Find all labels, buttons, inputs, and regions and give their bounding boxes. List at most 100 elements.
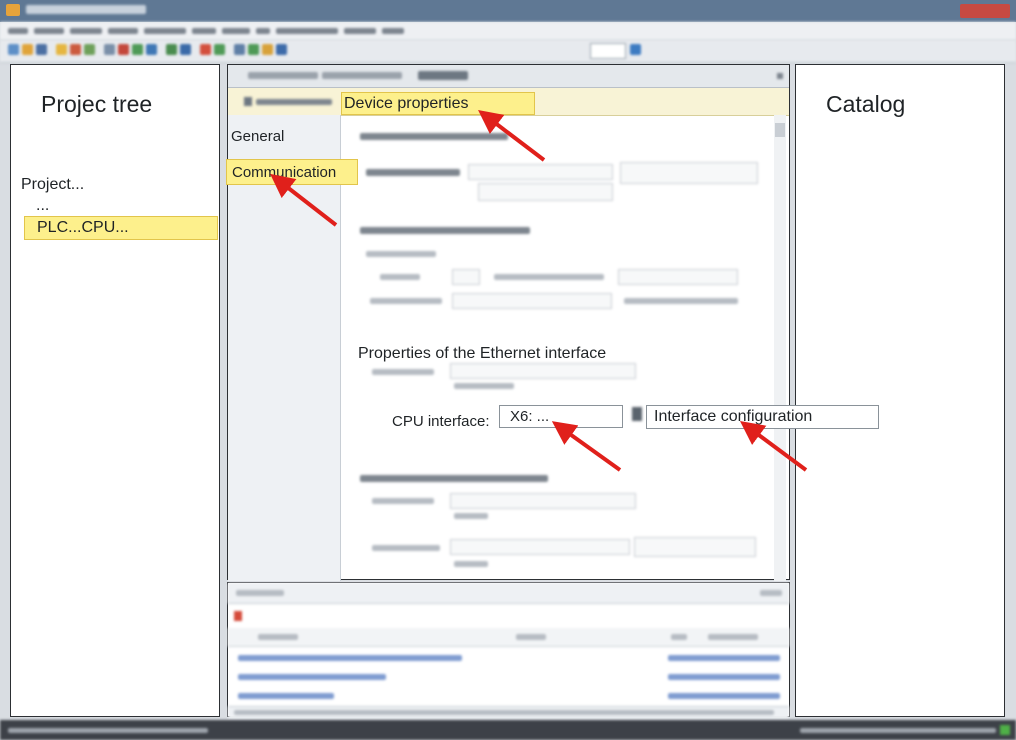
message-table-header [228, 628, 789, 647]
project-tree-title: Projec tree [41, 91, 153, 117]
column-header [258, 634, 298, 640]
menu-item[interactable] [192, 28, 216, 34]
toolbar-search-field[interactable] [590, 43, 626, 59]
field-label [372, 369, 434, 375]
menu-item[interactable] [34, 28, 64, 34]
value-text [454, 513, 488, 519]
toolbar-icons[interactable] [22, 44, 33, 55]
window-title [26, 5, 146, 14]
section-heading [360, 227, 530, 234]
toolbar-icons[interactable] [214, 44, 225, 55]
toolbar-icons[interactable] [180, 44, 191, 55]
status-text [8, 728, 208, 733]
cpu-interface-field[interactable]: X6: ... [499, 405, 623, 428]
project-tree-panel: Projec tree Project... ... PLC...CPU... [10, 64, 220, 717]
plc-cpu-item[interactable]: PLC...CPU... [24, 216, 218, 240]
menu-item[interactable] [222, 28, 250, 34]
properties-content [228, 65, 789, 581]
window-close-icon[interactable] [960, 4, 1010, 18]
warning-icon [234, 611, 242, 621]
info-tab-labels[interactable] [234, 710, 774, 715]
toolbar-icons[interactable] [8, 44, 19, 55]
field-label [370, 298, 442, 304]
toolbar-icons[interactable] [146, 44, 157, 55]
field-label [366, 251, 436, 257]
toolbar-icons[interactable] [36, 44, 47, 55]
column-header [516, 634, 546, 640]
toolbar-icons[interactable] [84, 44, 95, 55]
column-header [671, 634, 687, 640]
interface-configure-button[interactable] [634, 537, 756, 557]
toolbar-icons[interactable] [166, 44, 177, 55]
message-row[interactable] [238, 674, 386, 680]
toolbar-icons[interactable] [70, 44, 81, 55]
catalog-panel: Catalog [795, 64, 1005, 717]
message-timestamp [668, 693, 780, 699]
toolbar-icons[interactable] [248, 44, 259, 55]
menu-item[interactable] [8, 28, 28, 34]
info-panel-title-bar [228, 583, 789, 604]
menu-item[interactable] [276, 28, 338, 34]
field-label [366, 169, 460, 176]
toolbar-icons[interactable] [56, 44, 67, 55]
toolbar [0, 40, 1016, 63]
link-text[interactable] [624, 298, 738, 304]
dropdown[interactable] [450, 493, 636, 509]
section-heading [360, 133, 508, 140]
menu-item[interactable] [382, 28, 404, 34]
toolbar-icons[interactable] [118, 44, 129, 55]
menu-item[interactable] [256, 28, 270, 34]
dropdown[interactable] [468, 164, 613, 180]
dropdown[interactable] [618, 269, 738, 285]
column-header [708, 634, 758, 640]
status-bar [0, 720, 1016, 740]
scrollbar-thumb[interactable] [775, 123, 785, 137]
tree-ellipsis: ... [36, 197, 50, 214]
connect-icon [632, 407, 642, 421]
message-row[interactable] [238, 693, 334, 699]
toolbar-icons[interactable] [262, 44, 273, 55]
field-label [372, 498, 434, 504]
menu-item[interactable] [344, 28, 376, 34]
value-text [454, 561, 488, 567]
toolbar-icons[interactable] [234, 44, 245, 55]
project-item[interactable]: Project... [21, 176, 84, 194]
menu-item[interactable] [108, 28, 138, 34]
dropdown[interactable] [450, 539, 630, 555]
add-subnet-button[interactable] [620, 162, 758, 184]
menu-bar [0, 22, 1016, 41]
vertical-scrollbar[interactable] [774, 115, 786, 581]
toolbar-icons[interactable] [200, 44, 211, 55]
toolbar-icons[interactable] [630, 44, 641, 55]
dropdown[interactable] [452, 293, 612, 309]
toolbar-icons[interactable] [104, 44, 115, 55]
interface-configuration-button[interactable]: Interface configuration [646, 405, 879, 429]
app-icon [6, 4, 20, 16]
field-label [494, 274, 604, 280]
message-timestamp [668, 674, 780, 680]
plc-cpu-label: PLC...CPU... [37, 219, 129, 236]
window-title-bar [0, 0, 1016, 22]
field-label [372, 545, 440, 551]
message-timestamp [668, 655, 780, 661]
status-message [800, 728, 996, 733]
number-field[interactable] [452, 269, 480, 285]
inspector-panel: Device properties General Communication [226, 64, 879, 581]
field-label [380, 274, 420, 280]
cpu-interface-label: CPU interface: [392, 413, 490, 430]
subnet-button[interactable] [478, 183, 613, 201]
toolbar-icons[interactable] [276, 44, 287, 55]
toolbar-icons[interactable] [132, 44, 143, 55]
message-row[interactable] [238, 655, 462, 661]
menu-item[interactable] [144, 28, 186, 34]
dropdown[interactable] [450, 363, 636, 379]
status-ok-icon [1000, 725, 1010, 735]
info-panel-tabs [228, 706, 789, 719]
info-panel-title [236, 590, 284, 596]
info-panel-content [228, 583, 789, 719]
panel-controls[interactable] [760, 590, 782, 596]
catalog-title: Catalog [826, 91, 906, 117]
cpu-interface-value: X6: ... [510, 408, 550, 425]
section-heading [360, 475, 548, 482]
menu-item[interactable] [70, 28, 102, 34]
